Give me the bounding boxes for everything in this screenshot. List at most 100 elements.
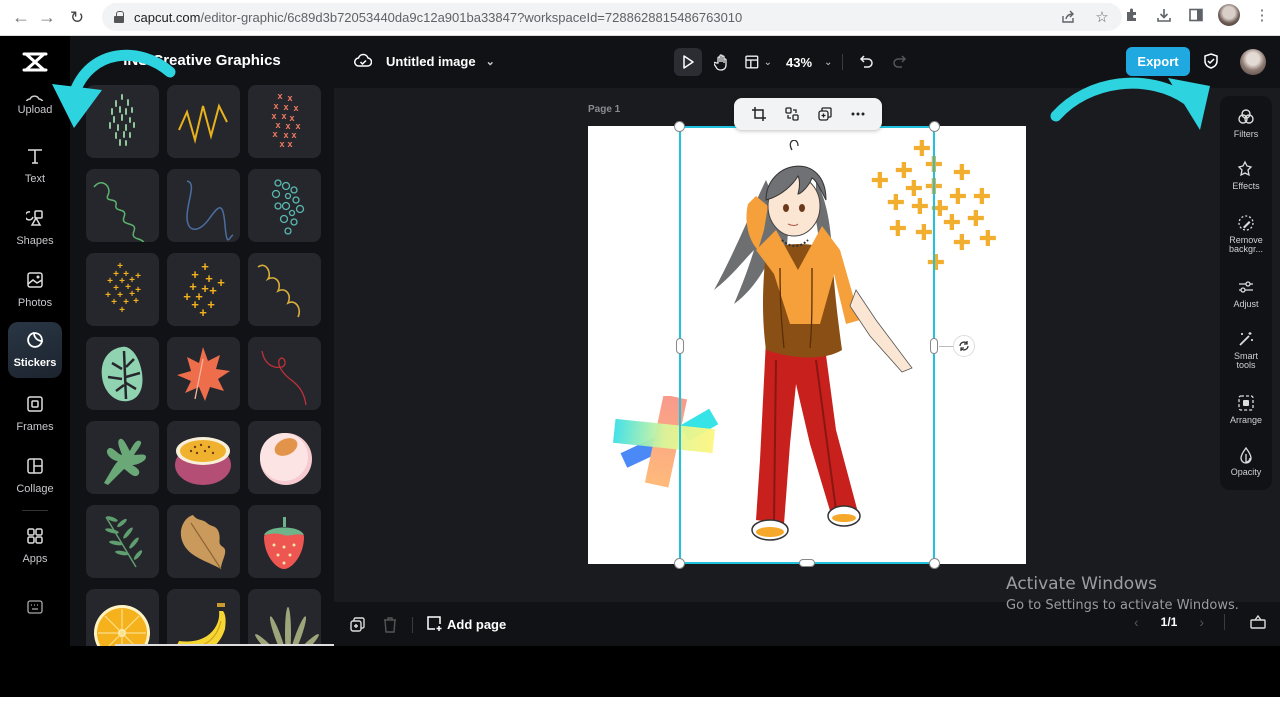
- rail-photos[interactable]: Photos: [8, 262, 62, 318]
- previous-page-icon[interactable]: ‹: [1134, 614, 1139, 630]
- resize-handle-right[interactable]: [930, 338, 938, 354]
- rail-label: Stickers: [13, 357, 57, 369]
- sticker-grid: xxxxxxxxxxxxxxxx + + + + + + + + + + + + + + + + + + + + + +…: [86, 85, 321, 662]
- bottombar-divider: [412, 616, 413, 633]
- resize-handle-top-left[interactable]: [674, 121, 685, 132]
- filters-icon: [1238, 109, 1254, 124]
- undo-icon: [860, 55, 874, 68]
- sidepanel-icon[interactable]: [1186, 5, 1206, 25]
- sticker-strawberry[interactable]: [248, 505, 321, 578]
- remove-background-icon: [1238, 215, 1254, 231]
- reload-icon[interactable]: ↻: [64, 5, 90, 31]
- tool-effects[interactable]: Effects: [1220, 160, 1272, 191]
- sticker-green-curly-line[interactable]: [86, 169, 159, 242]
- profile-avatar[interactable]: [1218, 4, 1240, 26]
- back-icon[interactable]: ←: [8, 5, 34, 31]
- extensions-icon[interactable]: [1122, 5, 1142, 25]
- download-icon[interactable]: [1154, 5, 1174, 25]
- address-bar[interactable]: capcut.com/editor-graphic/6c89d3b7205344…: [102, 3, 1122, 31]
- sticker-fern-sprig[interactable]: [86, 505, 159, 578]
- sticker-passion-fruit[interactable]: [167, 421, 240, 494]
- svg-text:x: x: [273, 101, 278, 111]
- keyboard-shortcuts-button[interactable]: [8, 584, 62, 634]
- add-page-button[interactable]: Add page: [425, 614, 506, 635]
- rail-apps[interactable]: Apps: [8, 518, 62, 574]
- user-avatar[interactable]: [1240, 49, 1266, 75]
- export-button[interactable]: Export: [1126, 47, 1190, 76]
- tool-arrange[interactable]: Arrange: [1220, 394, 1272, 425]
- share-icon[interactable]: [1058, 7, 1078, 27]
- add-page-icon: [425, 614, 443, 635]
- resize-handle-bottom[interactable]: [799, 559, 815, 567]
- sticker-red-squiggle[interactable]: [248, 337, 321, 410]
- bookmark-star-icon[interactable]: ☆: [1092, 7, 1112, 27]
- canvas-stage: Page 1 ✚ ✚ ✚ ✚ ✚ ✚ ✚ ✚ ✚ ✚ ✚ ✚ ✚ ✚ ✚ ✚ ✚…: [334, 88, 1280, 602]
- tool-adjust[interactable]: Adjust: [1220, 278, 1272, 309]
- hand-tool[interactable]: [708, 48, 736, 76]
- adjust-icon: [1239, 281, 1253, 293]
- sticker-yellow-zigzag[interactable]: [167, 85, 240, 158]
- duplicate-icon[interactable]: [814, 103, 836, 125]
- sticker-green-dashes[interactable]: [86, 85, 159, 158]
- svg-text:✚: ✚: [953, 161, 971, 186]
- document-title-menu[interactable]: Untitled image ⌄: [354, 52, 495, 71]
- resize-handle-left[interactable]: [676, 338, 684, 354]
- upload-icon: [26, 94, 44, 101]
- rail-shapes[interactable]: Shapes: [8, 200, 62, 256]
- svg-text:✚: ✚: [953, 231, 971, 256]
- zoom-level[interactable]: 43%: [786, 55, 812, 70]
- browser-menu-icon[interactable]: ⋮: [1252, 5, 1272, 25]
- tool-remove-background[interactable]: Remove backgr...: [1220, 214, 1272, 254]
- sticker-monstera-leaf[interactable]: [86, 337, 159, 410]
- sticker-gold-wave[interactable]: [248, 253, 321, 326]
- resize-handle-bottom-left[interactable]: [674, 558, 685, 569]
- layout-menu[interactable]: ⌄: [744, 48, 772, 76]
- url-path: /editor-graphic/6c89d3b72053440da9c12a90…: [200, 9, 743, 25]
- replace-icon[interactable]: [781, 103, 803, 125]
- tool-opacity[interactable]: Opacity: [1220, 446, 1272, 477]
- panel-title: INS Creative Graphics: [123, 52, 281, 69]
- present-icon[interactable]: [1250, 614, 1266, 635]
- rail-upload[interactable]: Upload: [8, 84, 62, 126]
- more-icon[interactable]: [847, 103, 869, 125]
- lock-icon: [114, 11, 124, 23]
- chevron-down-icon: ⌄: [485, 56, 495, 68]
- rail-frames[interactable]: Frames: [8, 386, 62, 442]
- chevron-down-icon: ⌄: [763, 56, 772, 68]
- capcut-logo[interactable]: [22, 50, 48, 74]
- delete-page-icon[interactable]: [380, 615, 400, 635]
- rail-text[interactable]: Text: [8, 138, 62, 194]
- selection-box[interactable]: [674, 121, 975, 569]
- forward-icon[interactable]: →: [34, 5, 60, 31]
- svg-text:+: +: [135, 271, 141, 282]
- sticker-gold-sparkles[interactable]: + + + + + + + + + + + + + + + + +: [86, 253, 159, 326]
- next-page-icon[interactable]: ›: [1199, 614, 1204, 630]
- sticker-green-oak-leaf[interactable]: [86, 421, 159, 494]
- resize-handle-top-right[interactable]: [929, 121, 940, 132]
- sticker-gold-crosses[interactable]: + + + + + + + + + + + +: [167, 253, 240, 326]
- shield-check-icon[interactable]: [1202, 52, 1220, 75]
- duplicate-page-icon[interactable]: [348, 615, 368, 635]
- crop-icon[interactable]: [748, 103, 770, 125]
- rail-collage[interactable]: Collage: [8, 448, 62, 504]
- canvas-page[interactable]: ✚ ✚ ✚ ✚ ✚ ✚ ✚ ✚ ✚ ✚ ✚ ✚ ✚ ✚ ✚ ✚ ✚ ✚ ✚: [588, 121, 1026, 569]
- rotate-handle[interactable]: [953, 335, 975, 357]
- sticker-teal-circles[interactable]: [248, 169, 321, 242]
- resize-handle-bottom-right[interactable]: [929, 558, 940, 569]
- sticker-orange-maple-leaf[interactable]: [167, 337, 240, 410]
- bottom-margin: [0, 697, 1280, 720]
- rail-label: Photos: [17, 297, 53, 309]
- tool-filters[interactable]: Filters: [1220, 108, 1272, 139]
- sticker-blue-squiggle[interactable]: [167, 169, 240, 242]
- layout-icon: [745, 55, 759, 69]
- sticker-brown-oak-leaf[interactable]: [167, 505, 240, 578]
- zoom-chevron-icon[interactable]: ⌄: [824, 57, 832, 68]
- select-tool[interactable]: [674, 48, 702, 76]
- tool-smart-tools[interactable]: Smart tools: [1220, 330, 1272, 370]
- sticker-peach-half[interactable]: [248, 421, 321, 494]
- redo-button[interactable]: [885, 48, 913, 76]
- sticker-coral-crosses[interactable]: xxxxxxxxxxxxxxxx: [248, 85, 321, 158]
- rail-stickers[interactable]: Stickers: [8, 322, 62, 378]
- undo-button[interactable]: [853, 48, 881, 76]
- svg-text:+: +: [199, 305, 207, 320]
